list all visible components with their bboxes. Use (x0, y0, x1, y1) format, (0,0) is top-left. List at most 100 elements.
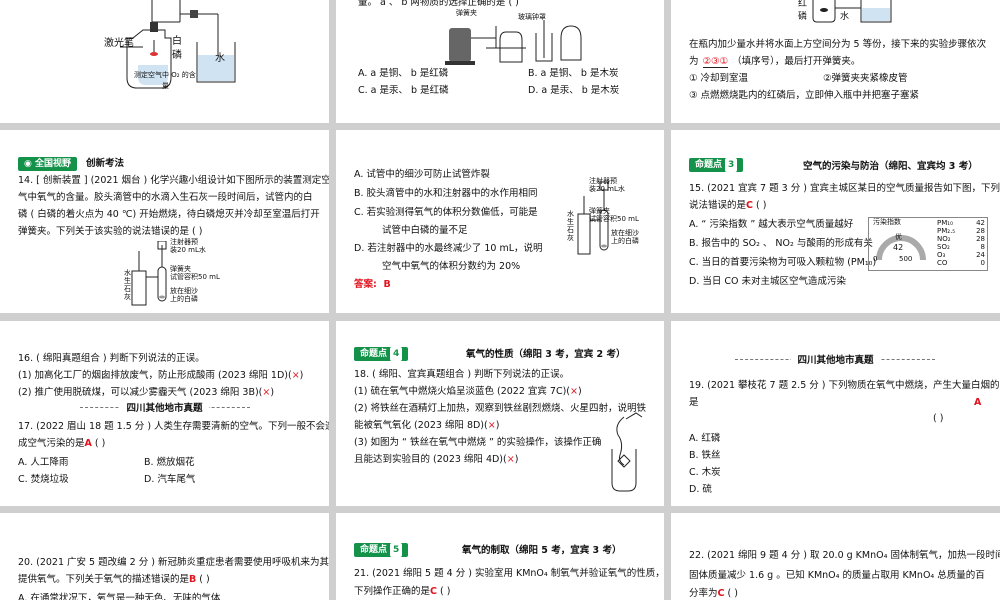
label-glass-bell: 玻璃钟罩 (518, 13, 546, 21)
option-c: C. a 是汞、 b 是红磷 (358, 85, 449, 96)
label-water: 水 (215, 53, 225, 64)
slide-mercury-experiment: 量。 a 、 b 两物质的选择正确的是 ( ) 弹簧夹 玻璃钟罩 A. a 是铜… (336, 0, 664, 123)
q16-title: 16. ( 绵阳真题组合 ) 判断下列说法的正误。 (18, 353, 205, 364)
option-b: B. 燃放烟花 (144, 457, 195, 468)
slide-q21-oxygen-prep: 命题点 5 氧气的制取（绵阳 5 考，宜宾 3 考） 21. (2021 绵阳 5… (336, 513, 664, 600)
tag-national: ◉ 全国视野 (18, 157, 78, 171)
topic-title: 空气的污染与防治（绵阳、宜宾均 3 考） (803, 161, 978, 172)
label-laser-pen: 激光笔 (104, 38, 134, 49)
option-d: D. 当日 CO 未对主城区空气造成污染 (689, 276, 847, 287)
q17-line-2: 成空气污染的是A ( ) (18, 438, 106, 449)
label-quicklime-1: 水 (567, 210, 574, 218)
q14-line-3: 磷 ( 白磷的着火点为 40 ℃) 开始燃烧，待白磷熄灭并冷却至室温后打开 (18, 209, 320, 220)
answer: A (974, 397, 982, 408)
answer: C (430, 586, 437, 597)
red-phosphorus-apparatus-diagram (812, 0, 892, 23)
label-syringe-water: 装20 mL水 (170, 246, 206, 254)
slide-q19: 四川其他地市真题 19. (2021 攀枝花 7 题 2.5 分 ) 下列物质在… (671, 321, 1000, 506)
aqi-table: PM₁₀ 42 PM₂.₅ 28 NO₂ 28 SO₂ 8 O₃ 24 CO 0 (937, 219, 985, 267)
q20-line-2: 提供氧气。下列关于氧气的描述错误的是B ( ) (18, 574, 210, 585)
option-b: B. 报告中的 SO₂ 、 NO₂ 与酸雨的形成有关 (689, 238, 873, 249)
q15-line-1: 15. (2021 宜宾 7 题 3 分 ) 宜宾主城区某日的空气质量报告如下图… (689, 183, 1000, 194)
label-quicklime-2: 生 (124, 277, 131, 285)
aqi-min: 0 (873, 255, 878, 263)
label-phosphorus: 磷 (172, 50, 182, 61)
q22-line-1: 22. (2021 绵阳 9 题 4 分 ) 取 20.0 g KMnO₄ 固体… (689, 550, 1000, 561)
option-d-2: 空气中氧气的体积分数约为 20% (382, 261, 521, 272)
option-b: B. a 是铜、 b 是木炭 (528, 68, 619, 79)
aqi-row: CO 0 (937, 259, 985, 267)
slide-q22: 22. (2021 绵阳 9 题 4 分 ) 取 20.0 g KMnO₄ 固体… (671, 513, 1000, 600)
q22-line-3: 分率为C ( ) (689, 588, 738, 599)
label-tube-volume: 试管容积50 mL (589, 215, 639, 223)
section-title: 四川其他地市真题 (0, 400, 329, 414)
option-c: C. 当日的首要污染物为可吸入颗粒物 (PM₁₀) (689, 257, 877, 268)
label-clamp: 弹簧夹 (456, 9, 477, 17)
label-white-phosphorus: 上的白磷 (611, 237, 639, 245)
q18-item-2b: 能被氧气氧化 (2023 绵阳 8D)(×) (354, 420, 500, 431)
aqi-row: O₃ 24 (937, 251, 985, 259)
q20-line-1: 20. (2021 广安 5 题改编 2 分 ) 新冠肺炎重症患者需要使用呼吸机… (18, 557, 329, 568)
aqi-row: PM₁₀ 42 (937, 219, 985, 227)
q21-line-1: 21. (2021 绵阳 5 题 4 分 ) 实验室用 KMnO₄ 制氧气并验证… (354, 568, 664, 579)
option-c-2: 试管中白磷的量不足 (382, 225, 468, 236)
caption: 测定空气中 O₂ 的含 (134, 71, 196, 79)
answer-paren: ( ) (933, 413, 944, 424)
topic-title: 氧气的制取（绵阳 5 考，宜宾 3 考） (462, 545, 622, 556)
option-d: D. 硫 (689, 484, 712, 495)
slide-air-oxygen-apparatus: 激光笔 白 磷 水 测定空气中 O₂ 的含 量 (0, 0, 329, 123)
q18-item-1: (1) 硫在氧气中燃烧火焰呈淡蓝色 (2022 宜宾 7C)(×) (354, 386, 582, 397)
q22-line-2: 固体质量减少 1.6 g 。已知 KMnO₄ 的质量占取用 KMnO₄ 总质量的… (689, 570, 985, 581)
slide-red-phosphorus-steps: 红 磷 水 在瓶内加少量水并将水面上方空间分为 5 等份，接下来的实验步骤依次 … (671, 0, 1000, 123)
mark: × (291, 370, 300, 381)
answer: 答案: B (354, 279, 391, 290)
label-quicklime-4: 灰 (124, 293, 131, 301)
slide-q16-q17: 16. ( 绵阳真题组合 ) 判断下列说法的正误。 (1) 加高化工厂的烟囱排放… (0, 321, 329, 506)
laser-phosphorus-apparatus-diagram (120, 0, 236, 89)
answer: ②③① (702, 56, 729, 68)
q18-title: 18. ( 绵阳、宜宾真题组合 ) 判断下列说法的正误。 (354, 369, 570, 380)
aqi-row: NO₂ 28 (937, 235, 985, 243)
label-phosphorus: 磷 (798, 12, 808, 22)
topic-tag: 命题点 5 (354, 543, 409, 557)
eye-icon: ◉ (24, 159, 32, 169)
option-b: B. 胶头滴管中的水和注射器中的水作用相同 (354, 188, 538, 199)
label-syringe-water: 装20 mL水 (589, 185, 625, 193)
option-d: D. 若注射器中的水最终减少了 10 mL，说明 (354, 243, 543, 254)
slide-q14: ◉ 全国视野 创新考法 14. [ 创新装置 ] (2021 烟台 ) 化学兴趣… (0, 130, 329, 313)
section-title: 四川其他地市真题 (671, 352, 1000, 366)
q16-item-1: (1) 加高化工厂的烟囱排放废气，防止形成酸雨 (2023 绵阳 1D)(×) (18, 370, 304, 381)
q18-item-3b: 且能达到实验目的 (2023 绵阳 4D)(×) (354, 454, 519, 465)
option-a: A. a 是铜、 b 是红磷 (358, 68, 449, 79)
topic-title: 氧气的性质（绵阳 3 考，宜宾 2 考） (466, 349, 626, 360)
label-quicklime-3: 石 (124, 285, 131, 293)
step-2: ②弹簧夹夹紧橡皮管 (823, 73, 908, 84)
answer: A (84, 438, 92, 449)
label-tube-volume: 试管容积50 mL (170, 273, 220, 281)
label-quicklime-1: 水 (124, 269, 131, 277)
option-c: C. 木炭 (689, 467, 721, 478)
slide-q14-options: A. 试管中的细沙可防止试管炸裂 B. 胶头滴管中的水和注射器中的水作用相同 C… (336, 130, 664, 313)
label-white-phosphorus: 上的白磷 (170, 295, 198, 303)
air-quality-report: 污染指数 优 42 0 500 PM₁₀ 42 PM₂.₅ 28 NO₂ 28 SO₂… (868, 217, 988, 271)
slide-q18-oxygen-properties: 命题点 4 氧气的性质（绵阳 3 考，宜宾 2 考） 18. ( 绵阳、宜宾真题组… (336, 321, 664, 506)
question-line-1: 在瓶内加少量水并将水面上方空间分为 5 等份，接下来的实验步骤依次 (689, 39, 987, 50)
option-a: A. 红磷 (689, 433, 721, 444)
q14-line-2: 气中氧气的含量。胶头滴管中的水滴入生石灰一段时间后，试管内的白 (18, 192, 313, 203)
q15-line-2: 说法错误的是C ( ) (689, 200, 767, 211)
aqi-row: PM₂.₅ 28 (937, 227, 985, 235)
q19-line-1: 19. (2021 攀枝花 7 题 2.5 分 ) 下列物质在氧气中燃烧，产生大… (689, 380, 1000, 391)
q16-item-2: (2) 推广使用脱硫煤，可以减少雾霾天气 (2023 绵阳 3B)(×) (18, 387, 275, 398)
option-d: D. a 是汞、 b 是木炭 (528, 85, 620, 96)
aqi-row: SO₂ 8 (937, 243, 985, 251)
topic-tag: 命题点 4 (354, 347, 409, 361)
q17-line-1: 17. (2022 眉山 18 题 1.5 分 ) 人类生存需要清新的空气。下列… (18, 421, 329, 432)
option-d: D. 汽车尾气 (144, 474, 196, 485)
option-a: A. “ 污染指数 ” 越大表示空气质量越好 (689, 219, 854, 230)
step-3: ③ 点燃燃烧匙内的红磷后，立即伸入瓶中并把塞子塞紧 (689, 90, 920, 101)
option-c: C. 若实验测得氧气的体积分数偏低，可能是 (354, 207, 538, 218)
option-a: A. 在通常状况下，氧气是一种无色、无味的气体 (18, 593, 221, 600)
option-a: A. 试管中的细沙可防止试管炸裂 (354, 169, 490, 180)
q19-line-2: 是 (689, 397, 699, 408)
aqi-max: 500 (899, 255, 913, 263)
